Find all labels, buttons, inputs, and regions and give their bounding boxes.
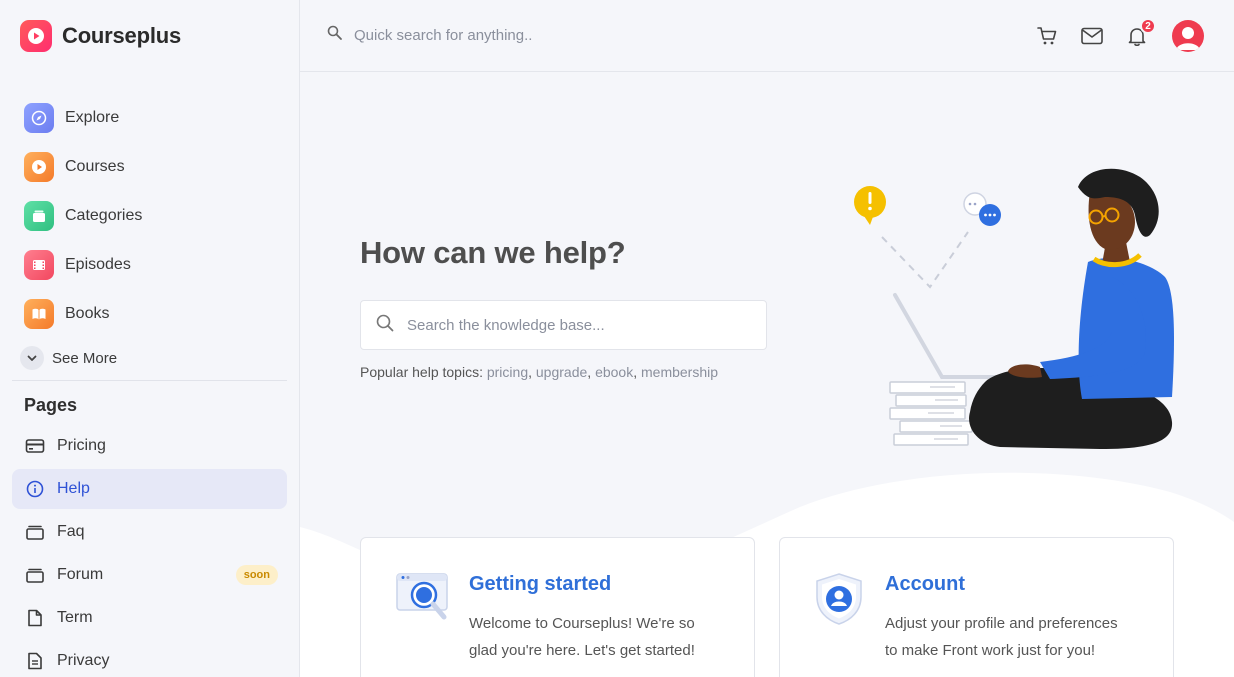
card-text-line: Welcome to Courseplus! We're so: [469, 615, 695, 632]
page-item-label: Term: [57, 609, 93, 626]
card-title: Getting started: [469, 573, 612, 595]
play-icon: [24, 151, 54, 182]
chevron-down-icon: [20, 346, 44, 370]
page-item-label: Help: [57, 480, 90, 497]
see-more-button[interactable]: See More: [20, 341, 286, 375]
nav-item-books[interactable]: Books: [24, 289, 286, 338]
shield-user-icon: [813, 571, 869, 632]
nav-label: Episodes: [65, 255, 131, 273]
card-description: Welcome to Courseplus! We're so glad you…: [469, 610, 695, 664]
see-more-label: See More: [52, 349, 118, 367]
nav-item-episodes[interactable]: Episodes: [24, 240, 286, 289]
quick-search-placeholder: Quick search for anything..: [354, 26, 533, 44]
pages-heading: Pages: [24, 395, 78, 415]
soon-badge: soon: [235, 565, 278, 585]
search-icon: [326, 24, 344, 46]
bell-icon[interactable]: 2: [1125, 18, 1156, 48]
nav-item-courses[interactable]: Courses: [24, 142, 286, 191]
card-title: Account: [885, 573, 965, 595]
compass-icon: [24, 102, 54, 133]
knowledge-base-search-input[interactable]: [407, 316, 747, 334]
page-item-forum[interactable]: Forum soon: [12, 555, 287, 595]
nav-label: Courses: [65, 157, 125, 175]
topic-link-membership[interactable]: membership: [641, 364, 718, 380]
brand-name: Courseplus: [62, 23, 182, 48]
magnifier-search-icon: [394, 571, 454, 632]
page-item-label: Forum: [57, 566, 104, 583]
categories-icon: [24, 200, 54, 231]
help-illustration: [854, 168, 1175, 449]
card-text-line: Adjust your profile and preferences: [885, 615, 1118, 632]
page-item-label: Privacy: [57, 652, 110, 669]
film-icon: [24, 249, 54, 280]
page-title: How can we help?: [360, 235, 626, 270]
page-item-privacy[interactable]: Privacy: [12, 641, 287, 677]
topbar: Quick search for anything.. 2: [300, 0, 1234, 72]
card-text-line: to make Front work just for you!: [885, 642, 1096, 659]
credit-card-icon: [24, 435, 46, 457]
card-description: Adjust your profile and preferences to m…: [885, 610, 1118, 664]
knowledge-base-search[interactable]: [360, 300, 767, 350]
brand[interactable]: Courseplus: [20, 20, 181, 52]
page-item-pricing[interactable]: Pricing: [12, 426, 287, 466]
cart-icon[interactable]: [1035, 24, 1059, 48]
mail-icon[interactable]: [1080, 24, 1104, 48]
info-icon: [24, 478, 46, 500]
document-icon: [24, 650, 46, 672]
page-item-term[interactable]: Term: [12, 598, 287, 638]
search-icon: [375, 313, 395, 338]
page-item-label: Pricing: [57, 437, 106, 454]
card-account[interactable]: Account Adjust your profile and preferen…: [779, 537, 1174, 677]
sidebar: Courseplus Explore Courses Categories Ep…: [0, 0, 300, 677]
card-text-line: glad you're here. Let's get started!: [469, 642, 695, 659]
topic-link-ebook[interactable]: ebook: [595, 364, 633, 380]
page-item-faq[interactable]: Faq: [12, 512, 287, 552]
nav-label: Books: [65, 304, 110, 322]
avatar[interactable]: [1172, 20, 1204, 52]
topic-link-upgrade[interactable]: upgrade: [536, 364, 587, 380]
popular-topics: Popular help topics: pricing, upgrade, e…: [360, 364, 719, 380]
help-main: How can we help? Popular help topics: pr…: [300, 72, 1234, 677]
notification-count-badge: 2: [1140, 18, 1156, 34]
nav-item-categories[interactable]: Categories: [24, 191, 286, 240]
nav-item-explore[interactable]: Explore: [24, 93, 286, 142]
file-icon: [24, 607, 46, 629]
sidebar-divider: [12, 380, 287, 381]
stack-icon: [24, 564, 46, 586]
topic-link-pricing[interactable]: pricing: [487, 364, 528, 380]
book-icon: [24, 298, 54, 329]
stack-icon: [24, 521, 46, 543]
page-item-help[interactable]: Help: [12, 469, 287, 509]
page-item-label: Faq: [57, 523, 85, 540]
popular-topics-label: Popular help topics:: [360, 364, 483, 380]
quick-search[interactable]: Quick search for anything..: [326, 24, 532, 46]
brand-logo-icon: [20, 20, 52, 52]
nav-label: Explore: [65, 108, 120, 126]
nav-label: Categories: [65, 206, 143, 224]
main-nav: Explore Courses Categories Episodes Book…: [20, 93, 286, 375]
card-getting-started[interactable]: Getting started Welcome to Courseplus! W…: [360, 537, 755, 677]
pages-nav: Pricing Help Faq Forum soon Term Privacy: [12, 426, 287, 677]
